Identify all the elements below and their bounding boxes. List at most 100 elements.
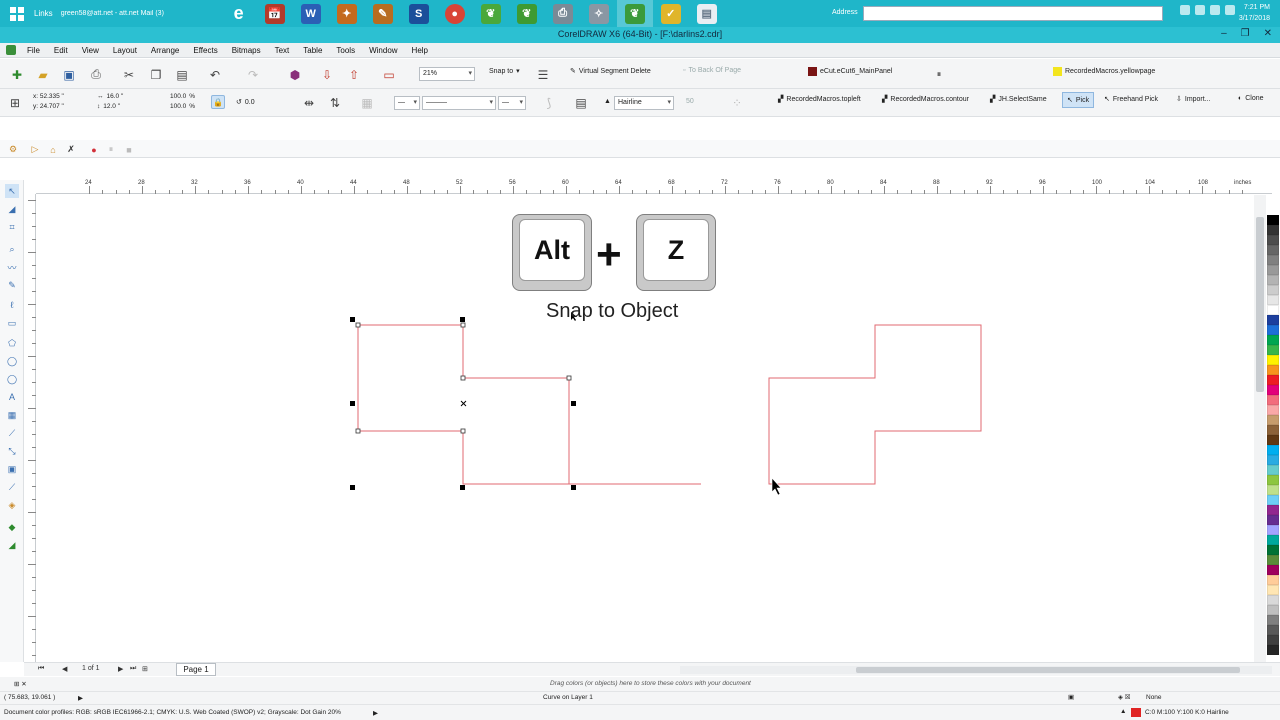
app-menu-icon[interactable]	[6, 45, 16, 55]
snap-to-dropdown[interactable]: Snap to ▾	[489, 67, 520, 76]
ruler-origin[interactable]	[24, 180, 36, 194]
palette-swatch[interactable]	[1267, 535, 1279, 545]
palette-swatch[interactable]	[1267, 415, 1279, 425]
palette-swatch[interactable]	[1267, 435, 1279, 445]
next-page-icon[interactable]: ▶	[118, 665, 123, 673]
lock-ratio-icon[interactable]: 🔒	[211, 95, 225, 109]
scale-y-field[interactable]: 100.0%	[170, 103, 195, 110]
import-icon[interactable]: ⇩	[318, 66, 336, 83]
close-curve-icon[interactable]: ⟆	[540, 94, 558, 111]
zoom-level-combo[interactable]: 21% ▾	[419, 67, 475, 81]
outline-tool-icon[interactable]: ◈	[5, 498, 19, 512]
palette-swatch[interactable]	[1267, 525, 1279, 535]
width-field[interactable]: ↔ 16.0 "	[97, 93, 123, 100]
macro-topleft-button[interactable]: ▞ RecordedMacros.topleft	[778, 95, 861, 104]
palette-swatch[interactable]	[1267, 245, 1279, 255]
options-icon[interactable]: ☰	[534, 66, 552, 83]
palette-swatch[interactable]	[1267, 335, 1279, 345]
palette-swatch[interactable]	[1267, 555, 1279, 565]
first-page-icon[interactable]: ⏮	[38, 665, 44, 673]
crop-tool-icon[interactable]: ⌗	[5, 220, 19, 234]
macro-editor-icon[interactable]: ⌂	[44, 141, 62, 158]
tray-icon[interactable]	[1210, 5, 1220, 15]
add-page-icon[interactable]: ⊞	[142, 665, 148, 673]
tray-icon[interactable]	[1195, 5, 1205, 15]
taskbar-check-icon[interactable]: ✓	[653, 0, 689, 27]
import-button[interactable]: ⇩ Import...	[1176, 95, 1211, 104]
start-arrow-combo[interactable]: — ▾	[394, 96, 420, 110]
to-back-of-page-button[interactable]: ▫ To Back Of Page	[683, 67, 741, 74]
outline-width-field[interactable]: ▲	[604, 98, 611, 105]
line-style-combo[interactable]: ——— ▾	[422, 96, 496, 110]
palette-swatch[interactable]	[1267, 305, 1279, 315]
palette-swatch[interactable]	[1267, 635, 1279, 645]
right-curve-shape[interactable]	[768, 324, 982, 485]
palette-swatch[interactable]	[1267, 395, 1279, 405]
height-field[interactable]: ↕ 12.0 "	[97, 103, 120, 110]
wrap-text-icon[interactable]: ▤	[572, 94, 590, 111]
node-options-icon[interactable]: ⁘	[728, 94, 746, 111]
taskbar-coreldraw-icon[interactable]: ❦	[616, 0, 653, 27]
pick-button[interactable]: ↖ Pick	[1062, 92, 1095, 108]
paste-icon[interactable]: ▤	[173, 66, 191, 83]
page-tab[interactable]: Page 1	[176, 663, 216, 676]
palette-swatch[interactable]	[1267, 355, 1279, 365]
last-page-icon[interactable]: ⏭	[130, 665, 136, 673]
left-curve-shape[interactable]	[357, 324, 570, 485]
profiles-expand-icon[interactable]: ▶	[373, 709, 378, 717]
freehand-tool-icon[interactable]: 〰	[5, 260, 19, 274]
macro-manager-icon[interactable]: ⚙	[4, 141, 22, 158]
menu-edit[interactable]: Edit	[47, 46, 75, 55]
menu-view[interactable]: View	[75, 46, 106, 55]
palette-swatch[interactable]	[1267, 485, 1279, 495]
palette-swatch[interactable]	[1267, 275, 1279, 285]
eyedropper-tool-icon[interactable]: ⟋	[5, 480, 19, 494]
palette-swatch[interactable]	[1267, 545, 1279, 555]
play-macro-icon[interactable]: ▷	[26, 141, 44, 158]
mirror-vertical-icon[interactable]: ⇅	[326, 94, 344, 111]
shape-tool-icon[interactable]: ◢	[5, 202, 19, 216]
freehand-pick-button[interactable]: ↖ Freehand Pick	[1104, 95, 1158, 104]
palette-swatch[interactable]	[1267, 325, 1279, 335]
export-icon[interactable]: ⇧	[345, 66, 363, 83]
macro-debug-icon[interactable]: ✗	[62, 141, 80, 158]
menu-window[interactable]: Window	[362, 46, 404, 55]
document-color-profiles[interactable]: Document color profiles: RGB: sRGB IEC61…	[4, 709, 341, 716]
taskbar-ie-icon[interactable]: e	[221, 0, 257, 27]
close-button[interactable]: ✕	[1264, 28, 1272, 39]
address-input[interactable]	[863, 6, 1163, 21]
palette-swatch[interactable]	[1267, 425, 1279, 435]
mail-taskbar-item[interactable]: green58@att.net - att.net Mail (3)	[61, 10, 221, 17]
taskbar-s-app-icon[interactable]: S	[401, 0, 437, 27]
palette-swatch[interactable]	[1267, 455, 1279, 465]
menu-table[interactable]: Table	[296, 46, 329, 55]
parallel-dimension-tool-icon[interactable]: ⟋	[5, 426, 19, 440]
horizontal-scroll-thumb[interactable]	[856, 667, 1240, 673]
center-x-marker[interactable]	[460, 400, 467, 407]
palette-swatch[interactable]	[1267, 605, 1279, 615]
macro-contour-button[interactable]: ▞ RecordedMacros.contour	[882, 95, 969, 104]
palette-swatch[interactable]	[1267, 505, 1279, 515]
vertical-ruler[interactable]	[24, 194, 36, 662]
palette-swatch[interactable]	[1267, 235, 1279, 245]
smart-fill-tool-icon[interactable]: ✎	[5, 278, 19, 292]
vertical-scrollbar[interactable]	[1254, 195, 1266, 662]
open-folder-icon[interactable]: ▰	[34, 66, 52, 83]
taskbar-leaf-icon[interactable]: ❦	[473, 0, 509, 27]
palette-tools-icon[interactable]: ⊞ ✕	[14, 680, 27, 688]
palette-swatch[interactable]	[1267, 345, 1279, 355]
pause-macro-icon[interactable]: ⏸	[102, 141, 120, 158]
yellowpage-macro-button[interactable]: RecordedMacros.yellowpage	[1053, 67, 1155, 76]
x-position-field[interactable]: x: 52.335 "	[33, 93, 64, 100]
palette-swatch[interactable]	[1267, 215, 1279, 225]
palette-swatch[interactable]	[1267, 255, 1279, 265]
menu-bitmaps[interactable]: Bitmaps	[225, 46, 268, 55]
connector-tool-icon[interactable]: ⤡	[5, 444, 19, 458]
virtual-segment-delete-button[interactable]: ✎ Virtual Segment Delete	[570, 67, 651, 76]
blend-tool-icon[interactable]: ▣	[5, 462, 19, 476]
horizontal-ruler[interactable]: 24 28 32 36 40 44 48 52 56 60 64 68 72 76 80 84 88 92 96 10…	[36, 180, 1272, 194]
clone-button[interactable]: ◐ Clone	[1238, 95, 1264, 102]
status-expand-icon[interactable]: ▶	[78, 694, 83, 702]
ellipse-tool-2-icon[interactable]: ◯	[5, 372, 19, 386]
maximize-button[interactable]: ❐	[1241, 28, 1250, 39]
